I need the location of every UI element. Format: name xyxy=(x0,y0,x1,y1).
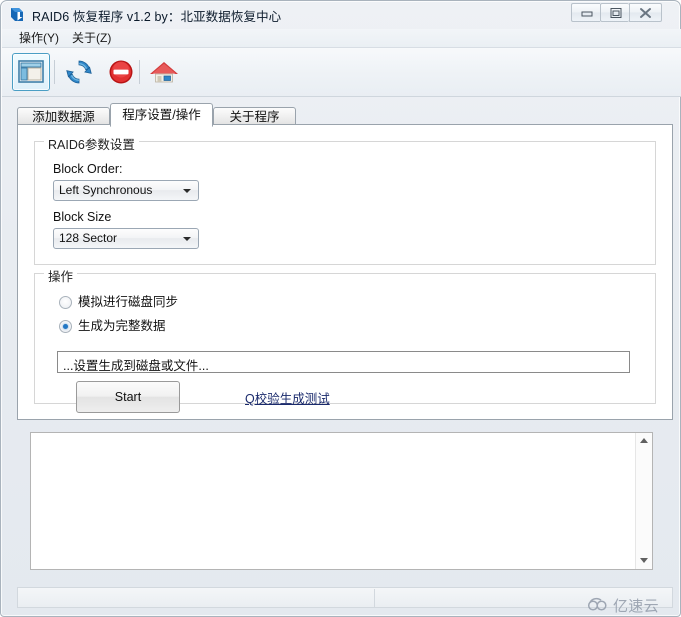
radio-generate-full-data-label: 生成为完整数据 xyxy=(78,319,166,333)
chevron-down-icon xyxy=(183,189,191,193)
window-title: RAID6 恢复程序 v1.2 by：北亚数据恢复中心 xyxy=(32,10,282,24)
output-path-value: ...设置生成到磁盘或文件... xyxy=(63,359,209,373)
minimize-button[interactable] xyxy=(571,3,600,22)
panel-layout-button[interactable] xyxy=(12,53,50,91)
scroll-up-arrow-icon[interactable] xyxy=(636,433,652,449)
operations-group: 操作 模拟进行磁盘同步 生成为完整数据 ...设置生成到磁盘或文件... Sta… xyxy=(34,266,656,413)
tab-program-settings[interactable]: 程序设置/操作 xyxy=(110,103,213,127)
status-bar xyxy=(17,587,673,608)
watermark-text: 亿速云 xyxy=(613,597,659,615)
status-bar-separator xyxy=(374,589,375,608)
menu-item-operations[interactable]: 操作(Y) xyxy=(14,31,64,46)
panel-layout-icon xyxy=(18,60,44,83)
toolbar-separator xyxy=(54,60,55,84)
tab-page-program-settings: RAID6参数设置 Block Order: Left Synchronous … xyxy=(17,124,673,420)
refresh-icon xyxy=(66,60,92,84)
radio-unchecked-icon xyxy=(59,296,72,309)
toolbar xyxy=(2,48,681,97)
start-button[interactable]: Start xyxy=(76,381,180,413)
home-icon xyxy=(150,62,178,83)
application-window: RAID6 恢复程序 v1.2 by：北亚数据恢复中心 操作(Y) 关于(Z) xyxy=(0,0,681,617)
block-size-select[interactable]: 128 Sector xyxy=(53,228,199,249)
scroll-down-arrow-icon[interactable] xyxy=(636,553,652,569)
radio-checked-icon xyxy=(59,320,72,333)
q-parity-test-link[interactable]: Q校验生成测试 xyxy=(245,388,330,407)
tab-strip: 添加数据源 程序设置/操作 关于程序 xyxy=(17,103,673,127)
output-path-input[interactable]: ...设置生成到磁盘或文件... xyxy=(57,351,630,373)
raid6-parameters-group: RAID6参数设置 Block Order: Left Synchronous … xyxy=(34,134,656,265)
log-output-panel[interactable] xyxy=(30,432,653,570)
menu-item-about[interactable]: 关于(Z) xyxy=(67,31,116,46)
stop-icon xyxy=(109,60,133,84)
block-order-value: Left Synchronous xyxy=(59,183,153,197)
refresh-button[interactable] xyxy=(60,53,98,91)
block-size-value: 128 Sector xyxy=(59,231,118,245)
maximize-button[interactable] xyxy=(600,3,629,22)
operations-title: 操作 xyxy=(44,266,78,285)
block-order-label: Block Order: xyxy=(53,162,123,176)
watermark: 亿速云 xyxy=(586,595,659,615)
menu-bar: 操作(Y) 关于(Z) xyxy=(2,29,681,48)
home-button[interactable] xyxy=(145,53,183,91)
toolbar-separator xyxy=(139,60,140,84)
stop-button[interactable] xyxy=(102,53,140,91)
raid6-parameters-title: RAID6参数设置 xyxy=(44,134,139,153)
cloud-logo-icon xyxy=(586,596,610,615)
close-button[interactable] xyxy=(629,3,662,22)
log-scrollbar[interactable] xyxy=(635,433,652,569)
block-size-label: Block Size xyxy=(53,210,112,224)
raid-app-icon xyxy=(10,6,27,23)
chevron-down-icon xyxy=(183,237,191,241)
radio-simulate-sync-label: 模拟进行磁盘同步 xyxy=(78,295,179,309)
block-order-select[interactable]: Left Synchronous xyxy=(53,180,199,201)
title-bar: RAID6 恢复程序 v1.2 by：北亚数据恢复中心 xyxy=(1,1,681,29)
